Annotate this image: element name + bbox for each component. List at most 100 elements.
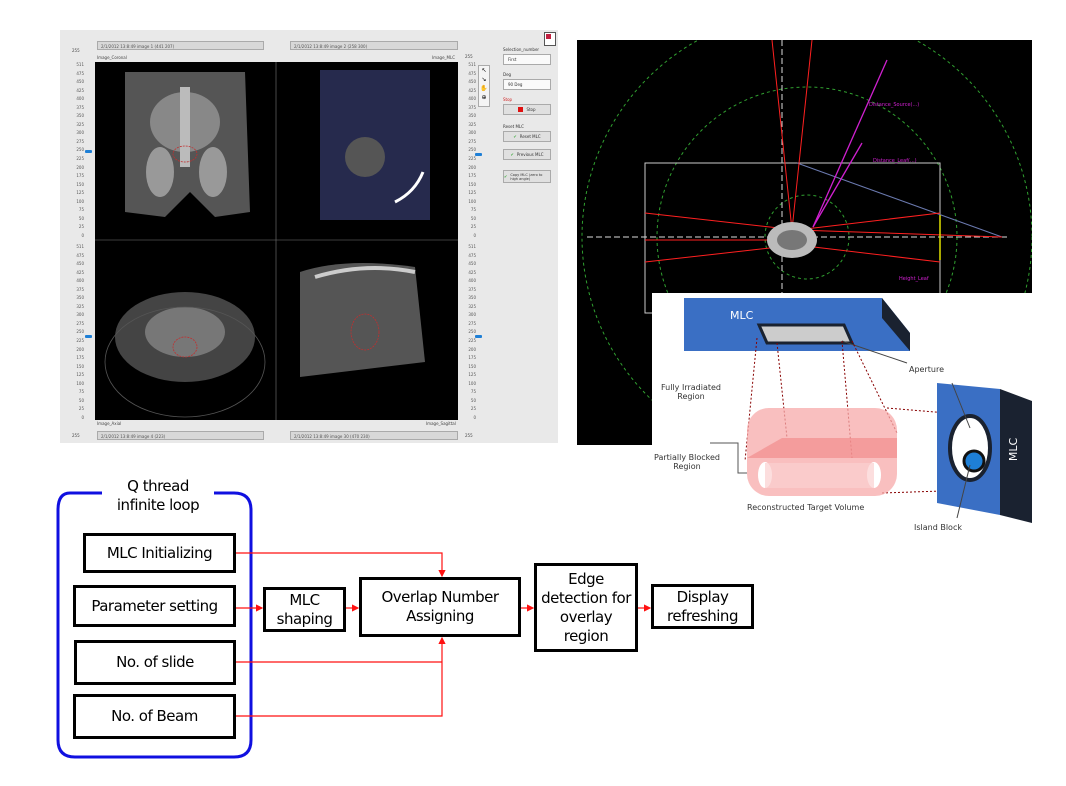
ruler-tick-label: 0: [81, 232, 84, 238]
loop-title-line-2: infinite loop: [116, 496, 200, 514]
coronal-label: Image_Coronal: [97, 55, 127, 60]
sagittal-image-select[interactable]: 2/1/2012 13:8:49 image 30 (470 230): [290, 431, 458, 440]
ruler-tick-label: 200: [468, 164, 476, 170]
ruler-tick-label: 150: [468, 363, 476, 369]
ruler-tick-label: 400: [468, 278, 476, 284]
selection-number-field[interactable]: First: [503, 54, 551, 65]
axial-spinner[interactable]: 255: [72, 433, 80, 438]
ruler-tick-label: 511: [468, 244, 476, 249]
no-of-beam-box: No. of Beam: [73, 694, 236, 739]
ruler-tick-label: 450: [76, 261, 84, 267]
parameter-setting-box: Parameter setting: [73, 585, 236, 627]
ruler-tick-label: 250: [468, 329, 476, 335]
island-block-label: Island Block: [914, 523, 962, 532]
copy-mlc-button[interactable]: ✔ Copy MLC (zero to high angle): [503, 170, 551, 183]
hand-icon[interactable]: ✋: [479, 84, 489, 93]
ruler-tick-label: 0: [473, 232, 476, 238]
sagittal-ct-image: [300, 263, 425, 377]
ruler-tick-label: 50: [78, 215, 84, 221]
axial-label: Image_Axial: [97, 421, 122, 426]
distance-leaf-label: Distance_Leaf(...): [873, 158, 917, 164]
stop-icon: [518, 107, 524, 112]
check-icon: ✔: [513, 134, 517, 139]
ruler-tick-label: 350: [468, 295, 476, 301]
ruler-tick-label: 250: [76, 147, 84, 153]
ruler-tick-label: 325: [468, 121, 476, 127]
window-icon[interactable]: [544, 32, 556, 46]
mlc-image-select[interactable]: 2/1/2012 13:8:49 image 2 (258 300): [290, 41, 458, 50]
island-block: [962, 449, 986, 473]
ruler-tick-label: 400: [76, 278, 84, 284]
loop-title-line-1: Q thread: [127, 477, 189, 495]
previous-mlc-button[interactable]: ✔ Previous MLC: [503, 149, 551, 160]
ruler-tick-label: 125: [468, 190, 476, 196]
coronal-image-select[interactable]: 2/1/2012 13:8:49 image 1 (441 207): [97, 41, 264, 50]
ruler-tick-label: 300: [76, 130, 84, 136]
ruler-tick-label: 200: [76, 164, 84, 170]
ruler-tick-label: 325: [76, 303, 84, 309]
ruler-tick-label: 50: [78, 397, 84, 403]
ruler-tick-label: 425: [468, 87, 476, 93]
ruler-tick-label: 100: [76, 380, 84, 386]
slider-thumb[interactable]: [475, 335, 482, 338]
reset-mlc-label: Reset MLC: [519, 134, 541, 139]
loop-title: Q thread infinite loop: [105, 477, 211, 515]
mlc-side-label: MLC: [1007, 437, 1021, 462]
slider-thumb[interactable]: [85, 150, 92, 153]
ruler-tick-label: 0: [81, 414, 84, 420]
ruler-tick-label: 50: [470, 397, 476, 403]
slider-thumb[interactable]: [85, 335, 92, 338]
check-icon: ✔: [504, 174, 508, 179]
ruler-tick-label: 275: [76, 320, 84, 326]
left-top-ruler[interactable]: 511 475 450 425 400 375 350 325 300 275 250 225 200 1…: [64, 62, 84, 238]
no-of-slide-box: No. of slide: [74, 640, 236, 685]
ruler-tick-label: 325: [76, 121, 84, 127]
deg-field[interactable]: 90 Deg: [503, 79, 551, 90]
ruler-tick-label: 375: [468, 104, 476, 110]
mlc-3d-diagram: MLC MLC Aperture Fully Irradiated Region…: [652, 293, 1032, 545]
axial-image-select[interactable]: 2/1/2012 13:8:49 image 4 (223): [97, 431, 264, 440]
ruler-tick-label: 225: [76, 156, 84, 162]
ruler-tick-label: 350: [76, 113, 84, 119]
ruler-tick-label: 25: [78, 224, 84, 230]
slider-thumb[interactable]: [475, 153, 482, 156]
ruler-tick-label: 75: [470, 207, 476, 213]
zoom-icon[interactable]: ⊕: [479, 93, 489, 102]
pointer-icon[interactable]: ↘: [479, 75, 489, 84]
ruler-tick-label: 300: [468, 130, 476, 136]
copy-mlc-label: Copy MLC (zero to high angle): [510, 172, 543, 181]
pointer-icon[interactable]: ↖: [479, 66, 489, 75]
check-icon: ✔: [510, 152, 514, 157]
ruler-tick-label: 325: [468, 303, 476, 309]
ruler-tick-label: 125: [468, 372, 476, 378]
ruler-tick-label: 375: [468, 286, 476, 292]
distance-source-label: Distance_Source(...): [869, 102, 919, 108]
mlc-spinner[interactable]: 255: [465, 54, 473, 59]
ruler-tick-label: 475: [468, 70, 476, 76]
previous-mlc-label: Previous MLC: [516, 152, 544, 157]
tool-palette[interactable]: ↖ ↘ ✋ ⊕: [478, 65, 490, 107]
right-bottom-ruler[interactable]: 511 475 450 425 400 375 350 325 300 275 250 225 200 1…: [456, 244, 476, 420]
mlc-software-window: 2/1/2012 13:8:49 image 1 (441 207) 2/1/2…: [60, 30, 558, 443]
stop-button[interactable]: Stop: [503, 104, 551, 115]
arrow-init-to-overlap: [235, 552, 446, 578]
ruler-tick-label: 25: [78, 406, 84, 412]
stop-button-label: Stop: [526, 107, 536, 112]
reset-group-label: Reset MLC: [503, 124, 524, 129]
ruler-tick-label: 250: [468, 147, 476, 153]
ruler-tick-label: 511: [76, 244, 84, 249]
sagittal-spinner[interactable]: 255: [465, 433, 473, 438]
ruler-tick-label: 375: [76, 286, 84, 292]
right-top-ruler[interactable]: 511 475 450 425 400 375 350 325 300 275 250 225 200 1…: [456, 62, 476, 238]
ruler-tick-label: 450: [468, 261, 476, 267]
mlc-shaping-box: MLC shaping: [263, 587, 346, 632]
coronal-spinner[interactable]: 255: [72, 48, 80, 53]
ruler-tick-label: 425: [76, 269, 84, 275]
partially-blocked-label: Partially Blocked Region: [654, 453, 720, 471]
ruler-tick-label: 350: [76, 295, 84, 301]
ruler-tick-label: 175: [76, 173, 84, 179]
left-bottom-ruler[interactable]: 511 475 450 425 400 375 350 325 300 275 250 225 200 1…: [64, 244, 84, 420]
ruler-tick-label: 275: [468, 138, 476, 144]
ct-image-grid[interactable]: [95, 62, 458, 420]
reset-mlc-button[interactable]: ✔ Reset MLC: [503, 131, 551, 142]
